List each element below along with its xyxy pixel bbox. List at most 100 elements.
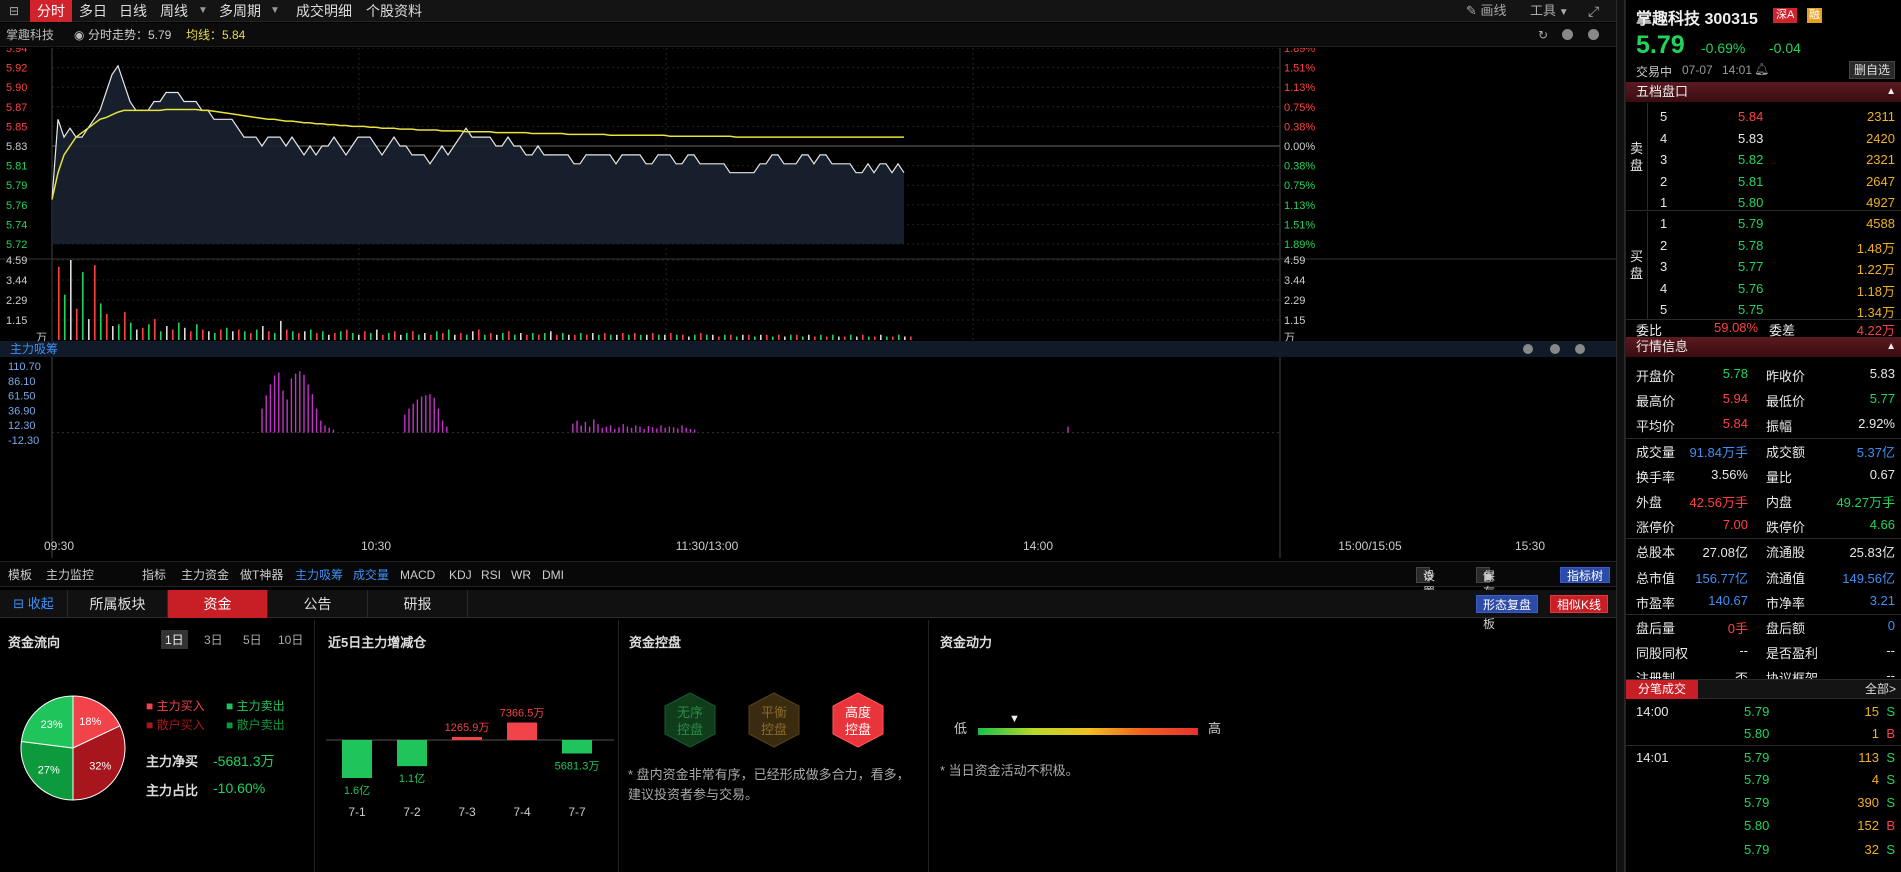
tab-volume[interactable]: 成交量	[353, 562, 389, 588]
fullscreen-icon[interactable]: ⤢	[1588, 0, 1599, 22]
tab-weekly[interactable]: 周线	[154, 0, 194, 22]
tab-sector[interactable]: 所属板块	[68, 590, 168, 618]
intraday-charts[interactable]: 5.94 1.89% 5.92 1.51% 5.90 1.13% 5.87 0.75% 5.85…	[0, 48, 1616, 560]
tab-template[interactable]: 模板	[8, 562, 32, 588]
capital-tick-label: 61.50	[8, 391, 36, 403]
tab-stock-profile[interactable]: 个股资料	[364, 0, 424, 22]
period-3d[interactable]: 3日	[204, 631, 223, 648]
volume-bar	[82, 272, 84, 340]
volume-bar	[100, 303, 102, 340]
volume-bar	[574, 334, 576, 340]
collapse-button[interactable]: ⊟ 收起	[0, 590, 68, 618]
settings-button[interactable]: ⚙ 设置	[1416, 567, 1435, 599]
pct-tick-label: 1.51%	[1284, 63, 1315, 75]
volume-bar	[790, 334, 792, 340]
book-price[interactable]: 5.77	[1738, 259, 1763, 274]
tab-main-capital[interactable]: 主力资金	[181, 562, 229, 588]
tab-ticks[interactable]: 分笔成交	[1626, 680, 1698, 699]
book-price[interactable]: 5.78	[1738, 238, 1763, 253]
indicator-tree-button[interactable]: 指标树	[1560, 567, 1611, 583]
close-icon[interactable]	[1588, 29, 1599, 40]
volume-bar	[232, 331, 234, 340]
volume-bar	[502, 333, 504, 340]
hex-high	[832, 692, 884, 748]
tick-time: 14:01	[1636, 750, 1669, 765]
refresh-icon[interactable]: ↻	[1538, 23, 1548, 47]
book-price[interactable]: 5.82	[1738, 152, 1763, 167]
price-tick-label: 5.74	[6, 219, 27, 231]
control-title: 资金控盘	[629, 635, 682, 650]
period-5d[interactable]: 5日	[243, 631, 262, 648]
tab-macd[interactable]: MACD	[400, 562, 435, 588]
tab-dmi[interactable]: DMI	[542, 562, 564, 588]
similar-k-button[interactable]: 相似K线	[1550, 595, 1609, 613]
tab-indicator[interactable]: 指标	[142, 562, 166, 588]
draw-line-button[interactable]: ✎ 画线	[1466, 0, 1507, 22]
period-10d[interactable]: 10日	[278, 631, 303, 648]
five-day-category-label: 7-2	[403, 805, 421, 819]
volume-bar	[652, 333, 654, 340]
tab-research[interactable]: 研报	[368, 590, 468, 618]
book-price[interactable]: 5.84	[1738, 109, 1763, 124]
book-level: 1	[1660, 195, 1668, 211]
volume-bar	[238, 329, 240, 340]
book-price[interactable]: 5.76	[1738, 281, 1763, 296]
volume-bar	[220, 329, 222, 340]
tab-capital-monitor[interactable]: 主力监控	[46, 562, 94, 588]
change-value: -0.04	[1769, 40, 1801, 56]
tab-announcement[interactable]: 公告	[268, 590, 368, 618]
period-1d[interactable]: 1日	[161, 630, 188, 649]
book-price[interactable]: 5.80	[1738, 195, 1763, 210]
book-volume: 2321	[1866, 152, 1895, 168]
volume-bar	[628, 334, 630, 340]
chevron-down-icon[interactable]: ▼	[268, 0, 282, 22]
volume-bar	[304, 331, 306, 340]
volume-bar	[208, 331, 210, 340]
book-price[interactable]: 5.83	[1738, 131, 1763, 146]
tab-multi-period[interactable]: 多周期	[214, 0, 266, 22]
info-key: 最高价	[1636, 394, 1676, 410]
tab-multi-day[interactable]: 多日	[74, 0, 112, 22]
volume-bar	[94, 265, 96, 340]
tab-kdj[interactable]: KDJ	[449, 562, 472, 588]
dropdown-icon[interactable]: ▼	[196, 0, 210, 22]
change-pct: -0.69%	[1701, 40, 1746, 56]
pie-label: 18%	[79, 716, 101, 728]
volume-bar	[832, 334, 834, 340]
ticks-all-link[interactable]: 全部>	[1865, 680, 1896, 699]
book-price[interactable]: 5.81	[1738, 174, 1763, 189]
five-day-bar	[397, 740, 427, 767]
pct-tick-label: 0.38%	[1284, 121, 1315, 133]
tools-menu[interactable]: 工具 ▼	[1530, 0, 1569, 22]
info-value: 5.37亿	[1856, 444, 1895, 460]
bell-icon[interactable]: 🔔︎	[1754, 62, 1769, 76]
divider	[618, 620, 619, 872]
tab-trade-detail[interactable]: 成交明细	[292, 0, 356, 22]
time-label: 10:30	[361, 539, 391, 553]
divider	[1626, 210, 1901, 211]
window-menu-icon[interactable]: ⊟	[0, 0, 28, 22]
volume-bar	[472, 331, 474, 340]
save-template-button[interactable]: ▣ 保存模板	[1476, 567, 1495, 631]
tab-wr[interactable]: WR	[511, 562, 531, 588]
volume-bar	[394, 331, 396, 340]
tab-rsi[interactable]: RSI	[481, 562, 501, 588]
panel-splitter[interactable]	[1616, 0, 1625, 872]
tab-capital[interactable]: 资金	[168, 590, 268, 618]
add-icon[interactable]	[1562, 29, 1573, 40]
book-price[interactable]: 5.79	[1738, 216, 1763, 231]
pct-tick-label: 1.13%	[1284, 200, 1315, 212]
volume-bar	[724, 334, 726, 340]
market-info-header[interactable]: 行情信息 ▲	[1626, 337, 1901, 357]
book-price[interactable]: 5.75	[1738, 302, 1763, 317]
tab-intraday[interactable]: 分时	[30, 0, 72, 22]
pattern-replay-button[interactable]: 形态复盘	[1476, 595, 1539, 613]
remove-watch-button[interactable]: 删自选	[1849, 61, 1896, 79]
time-label: 09:30	[44, 539, 74, 553]
order-book-header[interactable]: 五档盘口 ▲	[1626, 82, 1901, 102]
tab-t-trading[interactable]: 做T神器	[240, 562, 283, 588]
tab-daily[interactable]: 日线	[114, 0, 152, 22]
info-key: 流通值	[1766, 570, 1806, 586]
tab-capital-absorb[interactable]: 主力吸筹	[295, 562, 343, 588]
bottom-tabs: ⊟ 收起 所属板块 资金 公告 研报 形态复盘 相似K线	[0, 590, 1616, 618]
